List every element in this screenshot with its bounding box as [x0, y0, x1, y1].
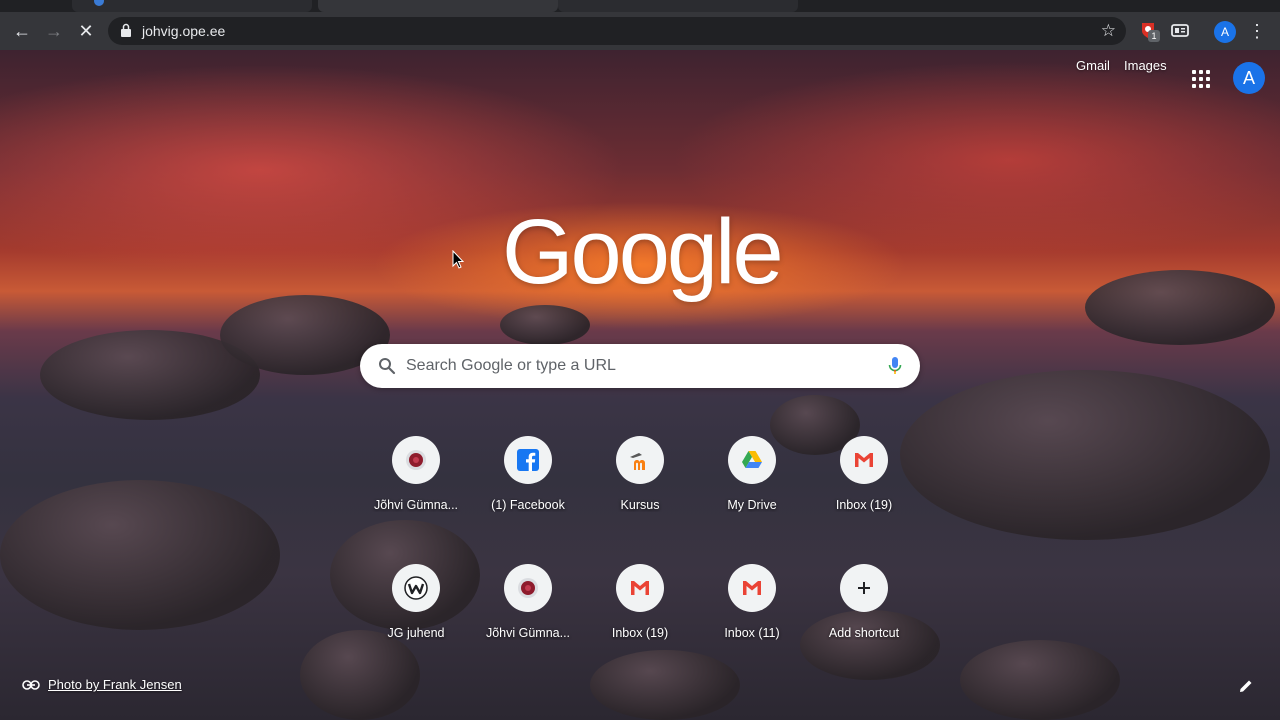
- reader-extension-icon[interactable]: [1170, 20, 1190, 42]
- google-logo: Google: [502, 201, 784, 303]
- microphone-icon[interactable]: [888, 356, 902, 376]
- shortcut-favicon: [840, 564, 888, 612]
- gmail-icon: [631, 581, 649, 595]
- facebook-icon: [517, 449, 539, 471]
- kebab-menu-icon[interactable]: ⋮: [1248, 20, 1266, 42]
- shortcut-label: Jõhvi Gümna...: [373, 498, 459, 512]
- pencil-icon[interactable]: [1238, 678, 1254, 694]
- moodle-icon: [630, 453, 645, 470]
- link-icon: [22, 680, 40, 690]
- shortcut-tile[interactable]: Jõhvi Gümna...: [360, 428, 472, 540]
- shortcut-tile[interactable]: (1) Facebook: [472, 428, 584, 540]
- address-bar[interactable]: johvig.ope.ee ☆: [108, 17, 1126, 45]
- extension-icon[interactable]: 1: [1138, 20, 1160, 42]
- gmail-icon: [855, 453, 873, 467]
- tab-strip: [0, 0, 1280, 12]
- url-text[interactable]: johvig.ope.ee: [142, 23, 225, 39]
- tab-favicon: [94, 0, 104, 6]
- shortcut-label: My Drive: [727, 498, 777, 512]
- shortcut-tile[interactable]: Inbox (19): [584, 556, 696, 668]
- background-rock: [1085, 270, 1275, 345]
- shortcut-label: Inbox (11): [724, 626, 780, 640]
- add-shortcut-button[interactable]: Add shortcut: [808, 556, 920, 668]
- bookmark-star-icon[interactable]: ☆: [1101, 21, 1116, 41]
- shortcut-tile[interactable]: Kursus: [584, 428, 696, 540]
- shortcut-tile[interactable]: Jõhvi Gümna...: [472, 556, 584, 668]
- shortcut-label: JG juhend: [387, 626, 445, 640]
- new-tab-page: Gmail Images A Google Jõhvi Gümna...: [0, 50, 1280, 720]
- google-drive-icon: [742, 451, 762, 468]
- shortcut-label: Add shortcut: [828, 626, 900, 640]
- shortcut-label: Jõhvi Gümna...: [485, 626, 571, 640]
- browser-toolbar: ← → ✕ johvig.ope.ee ☆ 1 A ⋮: [0, 12, 1280, 50]
- school-crest-icon: [518, 578, 538, 598]
- shortcut-favicon: [504, 436, 552, 484]
- background-rock: [500, 305, 590, 345]
- shortcut-favicon: [504, 564, 552, 612]
- shortcut-label: Inbox (19): [611, 626, 669, 640]
- stop-loading-icon[interactable]: ✕: [74, 19, 98, 43]
- back-arrow-icon[interactable]: ←: [10, 19, 34, 43]
- shortcut-tile[interactable]: My Drive: [696, 428, 808, 540]
- photo-credit-link[interactable]: Photo by Frank Jensen: [48, 677, 182, 692]
- shortcut-label: Kursus: [620, 498, 660, 512]
- tab-1[interactable]: [72, 0, 312, 12]
- lock-icon: [121, 23, 131, 37]
- search-input[interactable]: [406, 354, 866, 378]
- search-box[interactable]: [360, 344, 920, 388]
- background-rock: [960, 640, 1120, 720]
- shortcut-tile[interactable]: JG juhend: [360, 556, 472, 668]
- shortcut-favicon: [392, 436, 440, 484]
- shortcut-favicon: [616, 436, 664, 484]
- extension-badge: 1: [1148, 30, 1160, 42]
- forward-arrow-icon[interactable]: →: [42, 19, 66, 43]
- tab-3[interactable]: [558, 0, 798, 12]
- shortcut-favicon: [392, 564, 440, 612]
- google-apps-icon[interactable]: [1192, 70, 1210, 88]
- background-rock: [900, 370, 1270, 540]
- tab-2-active[interactable]: [318, 0, 558, 12]
- images-link[interactable]: Images: [1124, 58, 1167, 73]
- shortcut-tile[interactable]: Inbox (19): [808, 428, 920, 540]
- search-icon: [379, 358, 396, 375]
- shortcut-label: Inbox (19): [835, 498, 893, 512]
- wix-icon: [404, 576, 428, 600]
- shortcut-label: (1) Facebook: [491, 498, 565, 512]
- plus-icon: [858, 582, 870, 594]
- shortcut-favicon: [616, 564, 664, 612]
- gmail-link[interactable]: Gmail: [1076, 58, 1110, 73]
- shortcut-favicon: [728, 436, 776, 484]
- shortcut-favicon: [728, 564, 776, 612]
- school-crest-icon: [406, 450, 426, 470]
- shortcut-favicon: [840, 436, 888, 484]
- account-avatar[interactable]: A: [1233, 62, 1265, 94]
- shortcut-tile[interactable]: Inbox (11): [696, 556, 808, 668]
- card-icon: [1171, 24, 1189, 37]
- mouse-cursor-icon: [452, 250, 465, 269]
- background-rock: [0, 480, 280, 630]
- gmail-icon: [743, 581, 761, 595]
- profile-avatar[interactable]: A: [1214, 21, 1236, 43]
